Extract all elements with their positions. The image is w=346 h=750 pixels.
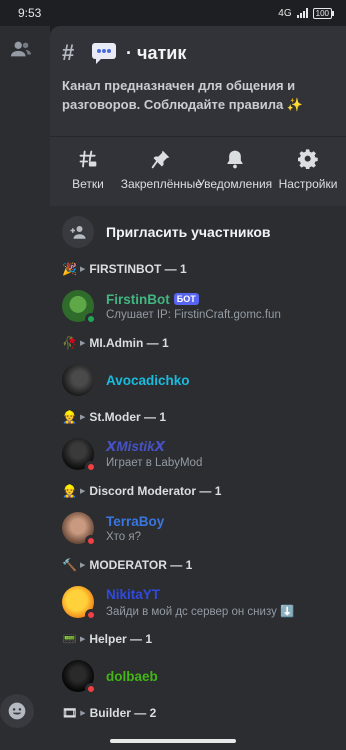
gear-icon (297, 149, 318, 169)
dnd-status-icon (85, 683, 97, 695)
role-section-label: FIRSTINBOT — 1 (89, 262, 187, 276)
member-info: dolbaeb (106, 669, 158, 684)
dnd-status-icon (85, 609, 97, 621)
emoji-button[interactable] (0, 694, 34, 728)
channel-topic: Канал предназначен для общения и разгово… (62, 78, 304, 112)
role-section-label: St.Moder — 1 (89, 410, 167, 424)
online-status-icon (85, 313, 97, 325)
member-info: FirstinBot БОТ Слушает IP: FirstinCraft.… (106, 292, 281, 321)
status-time: 9:53 (18, 6, 42, 20)
role-section-label: MODERATOR — 1 (89, 558, 193, 572)
threads-label: Ветки (72, 177, 104, 191)
caret-icon: ▶ (80, 710, 86, 717)
member-name-row: Avocadichko (106, 373, 190, 388)
role-section-label: Builder — 2 (89, 706, 157, 720)
status-indicators: 4G 100 (278, 7, 335, 19)
caret-icon: ▶ (79, 340, 86, 347)
member-list: Пригласить участников 🎉 ▶ FIRSTINBOT — 1… (50, 206, 346, 750)
thread-hash-icon: # (62, 40, 75, 65)
network-label: 4G (278, 7, 292, 19)
smile-icon (8, 702, 26, 720)
role-emoji: 📟 (62, 632, 77, 646)
role-section-stmoder: 👷 ▶ St.Moder — 1 (50, 406, 346, 428)
member-name-row: TerraBoy (106, 514, 164, 529)
member-name-row: ⅩMistikⅩ (106, 439, 202, 455)
role-section-admin: 🥀 ▶ MI.Admin — 1 (50, 332, 346, 354)
role-emoji: 👷 (62, 410, 77, 424)
caret-icon: ▶ (79, 636, 86, 643)
speech-bubble-icon (92, 43, 116, 64)
member-firstinbot[interactable]: FirstinBot БОТ Слушает IP: FirstinCraft.… (50, 280, 346, 332)
caret-icon: ▶ (79, 266, 86, 273)
settings-label: Настройки (278, 177, 338, 191)
caret-icon: ▶ (79, 562, 86, 569)
member-activity: Хто я? (106, 530, 142, 543)
home-indicator[interactable] (110, 739, 236, 743)
caret-icon: ▶ (79, 414, 86, 421)
member-name: dolbaeb (106, 668, 158, 684)
member-dolbaeb[interactable]: dolbaeb (50, 650, 346, 702)
avatar (62, 364, 94, 396)
status-bar: 9:53 4G 100 (0, 0, 346, 26)
role-section-discord-moderator: 👷 ▶ Discord Moderator — 1 (50, 480, 346, 502)
role-section-builder: 🎞 ▶ Builder — 2 (50, 702, 346, 724)
member-name-row: FirstinBot БОТ (106, 292, 281, 307)
member-avocadichko[interactable]: Avocadichko (50, 354, 346, 406)
member-info: Avocadichko (106, 373, 190, 388)
channel-title-row: # · чатик (62, 40, 336, 66)
threads-icon (79, 150, 97, 168)
invite-members-button[interactable]: Пригласить участников (50, 206, 346, 258)
dnd-status-icon (85, 535, 97, 547)
member-name: NikitaYT (106, 586, 161, 602)
channel-header: # · чатик Канал предназначен для общения… (50, 26, 346, 124)
invite-label: Пригласить участников (106, 224, 271, 240)
member-info: TerraBoy Хто я? (106, 514, 164, 543)
avatar (62, 438, 97, 473)
member-name-row: dolbaeb (106, 669, 158, 684)
member-activity: Зайди в мой дс сервер он снизу ⬇️ (106, 605, 295, 618)
channel-title: · чатик (126, 42, 187, 63)
member-name-row: NikitaYT (106, 587, 294, 602)
role-section-moderator: 🔨 ▶ MODERATOR — 1 (50, 554, 346, 576)
pinned-label: Закреплённые (120, 177, 202, 191)
signal-icon (296, 8, 308, 18)
member-name: Avocadichko (106, 372, 190, 388)
pin-icon (152, 150, 170, 169)
role-section-helper: 📟 ▶ Helper — 1 (50, 628, 346, 650)
avatar (62, 660, 97, 695)
notifications-label: Уведомления (197, 177, 273, 191)
avatar (62, 512, 97, 547)
role-section-label: MI.Admin — 1 (89, 336, 169, 350)
member-info: ⅩMistikⅩ Играет в LabyMod (106, 439, 202, 469)
member-name: FirstinBot (106, 291, 170, 307)
members-icon[interactable] (10, 38, 32, 60)
member-mistik[interactable]: ⅩMistikⅩ Играет в LabyMod (50, 428, 346, 480)
bell-icon (227, 150, 243, 169)
role-emoji: 🥀 (62, 336, 77, 350)
member-terraboy[interactable]: TerraBoy Хто я? (50, 502, 346, 554)
chat-underlay (0, 26, 50, 750)
member-activity: Слушает IP: FirstinCraft.gomc.fun (106, 308, 281, 321)
member-nikitayt[interactable]: NikitaYT Зайди в мой дс сервер он снизу … (50, 576, 346, 628)
avatar (62, 290, 97, 325)
member-name: ⅩMistikⅩ (106, 439, 166, 454)
role-section-label: Helper — 1 (89, 632, 153, 646)
dnd-status-icon (85, 461, 97, 473)
member-name: TerraBoy (106, 513, 165, 529)
role-section-firstinbot: 🎉 ▶ FIRSTINBOT — 1 (50, 258, 346, 280)
avatar (62, 586, 97, 621)
add-user-icon (62, 216, 94, 248)
battery-icon: 100 (312, 7, 335, 19)
role-emoji: 🎉 (62, 262, 77, 276)
role-emoji: 🔨 (62, 558, 77, 572)
bot-badge: БОТ (173, 293, 199, 305)
caret-icon: ▶ (79, 488, 86, 495)
channel-info-panel: # · чатик Канал предназначен для общения… (50, 26, 346, 750)
role-emoji: 👷 (62, 484, 77, 498)
role-emoji: 🎞 (62, 706, 78, 720)
member-info: NikitaYT Зайди в мой дс сервер он снизу … (106, 587, 294, 618)
role-section-label: Discord Moderator — 1 (89, 484, 222, 498)
battery-level: 100 (315, 8, 329, 18)
member-activity: Играет в LabyMod (106, 457, 203, 469)
